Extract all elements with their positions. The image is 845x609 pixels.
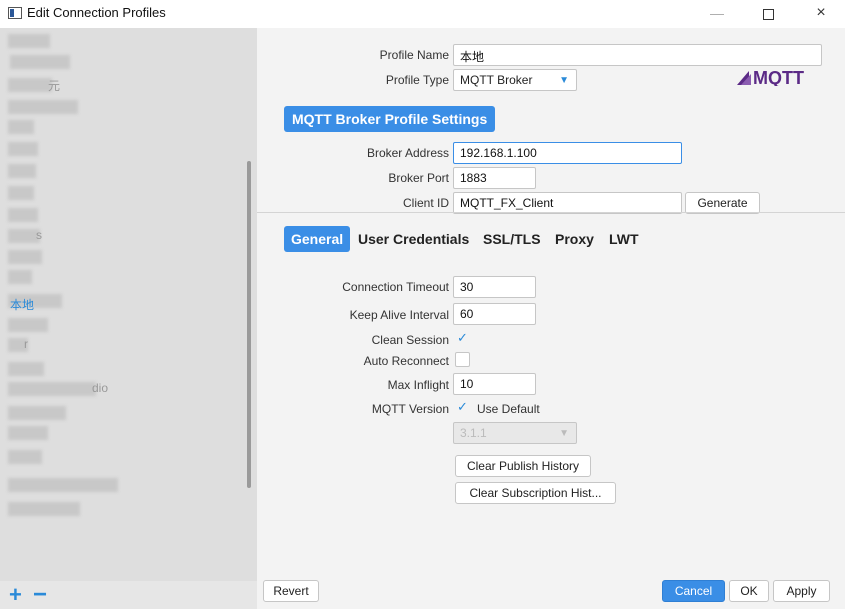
tab-lwt[interactable]: LWT: [609, 226, 639, 252]
redacted-profile-name: [8, 382, 96, 396]
client-id-field[interactable]: MQTT_FX_Client: [453, 192, 682, 214]
max-inflight-label: Max Inflight: [387, 378, 449, 392]
redacted-profile-name: [8, 164, 36, 178]
client-id-label: Client ID: [402, 196, 449, 210]
profile-type-value: MQTT Broker: [460, 73, 533, 87]
redacted-profile-name: [8, 270, 32, 284]
scrollbar-thumb[interactable]: [247, 161, 251, 488]
ok-button[interactable]: OK: [729, 580, 769, 602]
profile-type-select[interactable]: MQTT Broker ▼: [453, 69, 577, 91]
tab-ssl-tls[interactable]: SSL/TLS: [483, 226, 541, 252]
keep-alive-field[interactable]: 60: [453, 303, 536, 325]
redacted-profile-name: [8, 502, 80, 516]
connection-timeout-label: Connection Timeout: [342, 280, 449, 294]
redacted-profile-name: [8, 208, 38, 222]
window-title: Edit Connection Profiles: [27, 5, 166, 20]
profile-list-item-label: dio: [92, 381, 109, 395]
checkmark-icon: ✓: [457, 399, 468, 414]
clear-subscription-history-button[interactable]: Clear Subscription Hist...: [455, 482, 616, 504]
keep-alive-label: Keep Alive Interval: [349, 308, 449, 322]
profile-list-toolbar: + −: [0, 581, 257, 609]
maximize-icon: [762, 8, 774, 20]
revert-button[interactable]: Revert: [263, 580, 319, 602]
redacted-profile-name: [8, 186, 34, 200]
broker-port-field[interactable]: 1883: [453, 167, 536, 189]
mqtt-logo: MQTT: [737, 68, 804, 86]
mqtt-version-label: MQTT Version: [371, 402, 449, 416]
max-inflight-field[interactable]: 10: [453, 373, 536, 395]
profile-list[interactable]: 元 s r dio 本地 + −: [0, 28, 257, 609]
tab-general[interactable]: General: [284, 226, 351, 252]
clean-session-label: Clean Session: [371, 333, 449, 347]
redacted-profile-name: [8, 318, 48, 332]
redacted-profile-name: [8, 100, 78, 114]
use-default-checkbox[interactable]: ✓: [455, 400, 470, 415]
chevron-down-icon: ▼: [559, 428, 569, 439]
generate-button[interactable]: Generate: [685, 192, 760, 214]
redacted-profile-name: [8, 78, 52, 92]
profile-list-item-label: s: [36, 228, 42, 242]
redacted-profile-name: [8, 250, 42, 264]
redacted-profile-name: [10, 55, 70, 69]
apply-button[interactable]: Apply: [773, 580, 830, 602]
mqtt-version-select: 3.1.1 ▼: [453, 422, 577, 444]
broker-address-label: Broker Address: [366, 146, 449, 160]
maximize-button[interactable]: [745, 0, 791, 26]
redacted-profile-name: [8, 478, 118, 492]
redacted-profile-name: [8, 406, 66, 420]
cancel-button[interactable]: Cancel: [662, 580, 725, 602]
connection-timeout-field[interactable]: 30: [453, 276, 536, 298]
profile-name-label: Profile Name: [379, 48, 449, 62]
use-default-label: Use Default: [477, 402, 540, 416]
divider: [257, 212, 845, 213]
profile-type-label: Profile Type: [385, 73, 449, 87]
broker-port-label: Broker Port: [388, 171, 449, 185]
chevron-down-icon: ▼: [559, 75, 569, 86]
broker-address-field[interactable]: 192.168.1.100: [453, 142, 682, 164]
title-bar: Edit Connection Profiles — ×: [0, 0, 845, 26]
profile-list-item-selected[interactable]: 本地: [10, 296, 34, 313]
mqtt-version-value: 3.1.1: [460, 426, 487, 440]
close-button[interactable]: ×: [798, 0, 844, 26]
redacted-profile-name: [8, 142, 38, 156]
redacted-profile-name: [8, 362, 44, 376]
tab-proxy[interactable]: Proxy: [555, 226, 594, 252]
clear-publish-history-button[interactable]: Clear Publish History: [455, 455, 591, 477]
profile-settings-panel: Profile Name 本地 Profile Type MQTT Broker…: [257, 28, 845, 609]
profile-list-item-label: r: [24, 337, 28, 351]
window-icon: [8, 7, 22, 19]
add-profile-button[interactable]: +: [9, 582, 22, 608]
redacted-profile-name: [8, 450, 42, 464]
auto-reconnect-checkbox[interactable]: [455, 352, 470, 367]
clean-session-checkbox[interactable]: ✓: [455, 331, 470, 346]
profile-name-field[interactable]: 本地: [453, 44, 822, 66]
redacted-profile-name: [8, 426, 48, 440]
auto-reconnect-label: Auto Reconnect: [363, 354, 449, 368]
tab-user-credentials[interactable]: User Credentials: [358, 226, 469, 252]
minimize-button[interactable]: —: [694, 0, 740, 26]
remove-profile-button[interactable]: −: [33, 581, 47, 609]
profile-list-item-label: 元: [48, 79, 61, 93]
redacted-profile-name: [8, 34, 50, 48]
redacted-profile-name: [8, 120, 34, 134]
broker-settings-heading: MQTT Broker Profile Settings: [284, 106, 496, 132]
checkmark-icon: ✓: [457, 330, 468, 345]
mqtt-logo-text: MQTT: [753, 68, 804, 86]
